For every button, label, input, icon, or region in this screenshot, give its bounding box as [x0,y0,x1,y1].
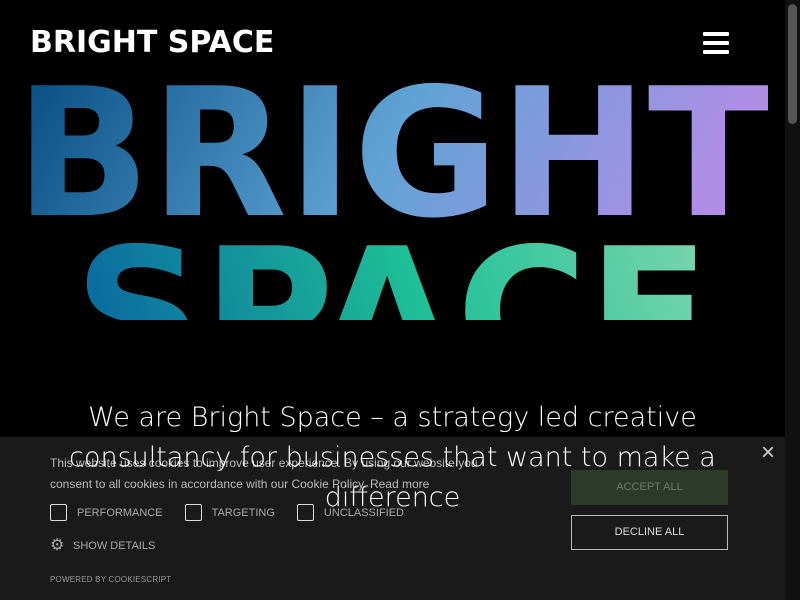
decline-all-button[interactable]: DECLINE ALL [571,515,728,550]
close-icon[interactable]: × [758,441,778,465]
tagline: We are Bright Space – a strategy led cre… [69,402,716,513]
show-details-toggle[interactable]: ⚙ SHOW DETAILS [50,538,155,554]
gear-icon: ⚙ [50,537,65,554]
show-details-label: SHOW DETAILS [73,540,156,552]
scrollbar-thumb[interactable] [788,4,797,124]
hero-wordmark: BRIGHT SPACE [15,70,769,320]
hero-line-space: SPACE [74,210,710,320]
site-logo[interactable]: BRIGHT SPACE [30,26,274,60]
powered-by-link[interactable]: POWERED BY COOKIESCRIPT [50,575,171,584]
scrollbar[interactable] [785,0,800,600]
hamburger-menu-icon[interactable] [703,32,729,54]
page: BRIGHT SPACE BRIGHT SPACE We are Bright … [0,0,800,600]
